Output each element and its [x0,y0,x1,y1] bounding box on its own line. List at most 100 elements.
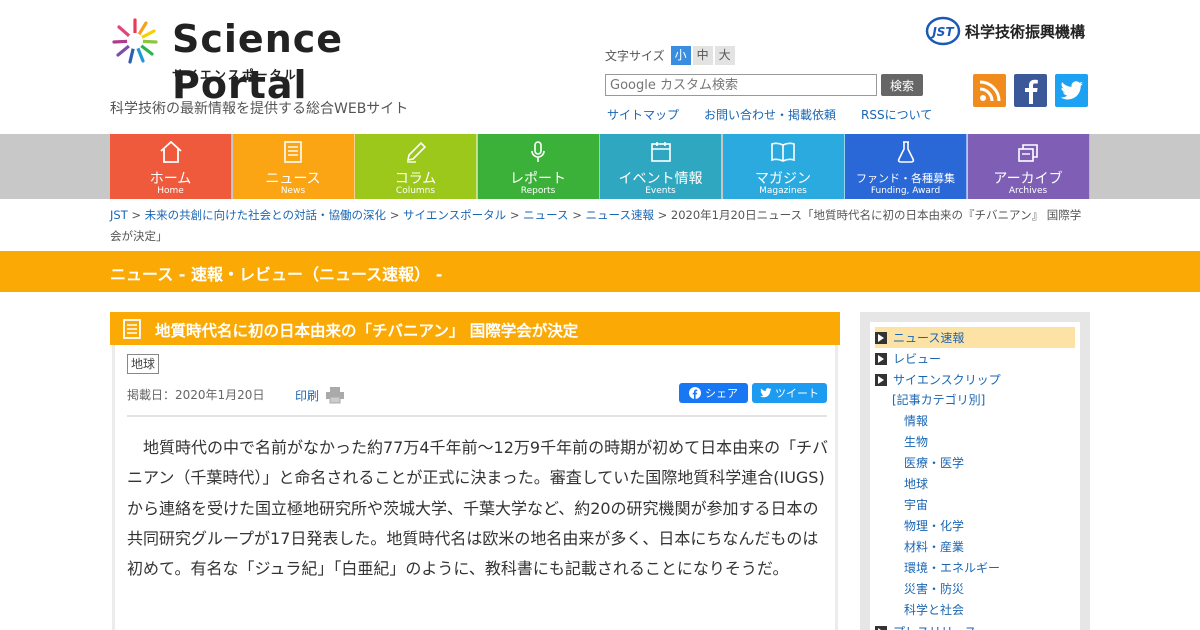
flask-icon [845,140,966,164]
search-form: 検索 [605,74,923,96]
font-size-label: 文字サイズ [605,49,665,63]
sidebar-item[interactable]: サイエンスクリップ [870,369,1080,390]
category-link[interactable]: 災害・防災 [870,579,1080,600]
nav-item-label: ファンド・各種募集 [856,172,955,185]
category-link[interactable]: 物理・化学 [870,516,1080,537]
nav-item-label: コラム [394,171,437,187]
microphone-icon [478,140,599,164]
facebook-icon[interactable] [1014,74,1047,107]
category-link[interactable]: 生物 [870,432,1080,453]
nav-item-columns[interactable]: コラム Columns [355,134,477,199]
arrow-right-icon [875,352,887,365]
font-size-large-button[interactable]: 大 [714,46,735,65]
nav-item-news[interactable]: ニュース News [232,134,355,199]
rss-icon[interactable] [973,74,1006,107]
book-icon [723,140,844,164]
nav-item-funding-award[interactable]: ファンド・各種募集 Funding, Award [845,134,967,199]
font-size-small-button[interactable]: 小 [670,46,691,65]
utility-links: サイトマップ お問い合わせ・掲載依頼 RSSについて [607,106,957,123]
category-link[interactable]: 環境・エネルギー [870,558,1080,579]
nav-item-sublabel: Reports [520,186,556,196]
publish-date: 掲載日：2020年1月20日 [127,388,265,402]
sidebar-menu: ニュース速報レビューサイエンスクリップ [記事カテゴリ別] 情報 生物 医療・医学 地球宇… [870,322,1080,630]
category-link[interactable]: 科学と社会 [870,600,1080,621]
document-icon [123,319,141,339]
category-link[interactable]: 宇宙 [870,495,1080,516]
pencil-icon [355,140,476,164]
social-links [973,74,1096,107]
breadcrumb-link-news[interactable]: ニュース [523,208,568,222]
section-band: ニュース - 速報・レビュー（ニュース速報） - [0,251,1200,292]
twitter-share-button[interactable]: ツイート [752,383,827,403]
category-link[interactable]: 医療・医学 [870,453,1080,474]
nav-item-sublabel: Events [645,186,676,196]
nav-item-sublabel: News [280,186,306,196]
nav-item-home[interactable]: ホーム Home [110,134,232,199]
category-link[interactable]: 地球 [870,474,1080,495]
sidebar-item-label: ニュース速報 [893,331,965,345]
twitter-share-label: ツイート [775,387,819,400]
nav-item-events[interactable]: イベント情報 Events [600,134,722,199]
contact-link[interactable]: お問い合わせ・掲載依頼 [704,106,836,123]
nav-item-label: ニュース [265,171,321,187]
rss-about-link[interactable]: RSSについて [861,106,932,123]
logo-burst-icon [112,18,158,64]
twitter-icon[interactable] [1055,74,1088,107]
jst-badge-text: JST [930,25,954,39]
nav-item-magazines[interactable]: マガジン Magazines [722,134,845,199]
nav-item-label: アーカイブ [993,171,1063,187]
nav-item-reports[interactable]: レポート Reports [477,134,600,199]
facebook-share-icon [689,387,701,399]
jst-badge-icon: JST [925,16,961,46]
sitemap-link[interactable]: サイトマップ [607,106,679,123]
nav-item-sublabel: Columns [395,186,436,196]
breadcrumb: JST > 未来の共創に向けた社会との対話・協働の深化 > サイエンスポータル … [110,208,1082,243]
category-tag[interactable]: 地球 [127,354,160,374]
twitter-glyph-icon [1060,80,1083,99]
breadcrumb-link-jst[interactable]: JST [110,208,128,222]
font-size-medium-button[interactable]: 中 [692,46,713,65]
article-title: 地質時代名に初の日本由来の「チバニアン」 国際学会が決定 [155,322,579,340]
site-logo[interactable]: Science Portal サイエンスポータル [110,14,450,107]
breadcrumb-link-dialogue[interactable]: 未来の共創に向けた社会との対話・協働の深化 [145,208,386,222]
category-heading[interactable]: [記事カテゴリ別] [870,390,1080,411]
jst-logo[interactable]: JST 科学技術振興機構 [925,16,1085,46]
nav-item-sublabel: Archives [1008,186,1048,196]
nav-item-label: イベント情報 [618,171,703,187]
article: 地質時代名に初の日本由来の「チバニアン」 国際学会が決定 地球 掲載日：2020… [110,312,840,630]
nav-item-sublabel: Home [157,186,184,196]
printer-icon [326,387,345,404]
logo-text: Science Portal [172,17,344,107]
search-input[interactable] [605,74,877,96]
nav-item-sublabel: Magazines [759,186,807,196]
print-button[interactable]: 印刷 [295,386,345,404]
site-header: Science Portal サイエンスポータル 科学技術の最新情報を提供する総… [0,0,1200,134]
logo-kana: サイエンスポータル [172,68,298,82]
search-button[interactable]: 検索 [881,74,923,96]
sidebar: ニュース速報レビューサイエンスクリップ [記事カテゴリ別] 情報 生物 医療・医学 地球宇… [860,312,1090,630]
category-link[interactable]: 情報 [870,411,1080,432]
calendar-icon [600,140,721,164]
category-link[interactable]: 材料・産業 [870,537,1080,558]
home-icon [110,140,231,164]
site-tagline: 科学技術の最新情報を提供する総合WEBサイト [110,101,409,117]
breadcrumb-link-flash[interactable]: ニュース速報 [586,208,654,222]
facebook-glyph-icon [1024,79,1038,104]
nav-item-archives[interactable]: アーカイブ Archives [967,134,1090,199]
global-nav: ホーム Home ニュース News コラム Columns レポート Reports イベント… [0,134,1200,199]
article-header: 地質時代名に初の日本由来の「チバニアン」 国際学会が決定 [110,312,840,345]
sidebar-item[interactable]: ニュース速報 [875,327,1075,348]
nav-item-label: ホーム [149,171,192,187]
news-icon [233,140,354,164]
sidebar-item-press-release[interactable]: プレスリリース [870,621,1080,630]
font-size-switcher: 文字サイズ 小 中 大 [605,46,735,65]
sidebar-item[interactable]: レビュー [870,348,1080,369]
nav-item-label: マガジン [755,171,811,187]
arrow-right-icon [875,373,887,386]
breadcrumb-link-portal[interactable]: サイエンスポータル [403,208,506,222]
arrow-right-icon [875,625,887,630]
facebook-share-label: シェア [705,387,738,400]
facebook-share-button[interactable]: シェア [679,383,748,403]
sidebar-item-label: サイエンスクリップ [893,373,1001,387]
nav-item-sublabel: Funding, Award [870,186,941,196]
